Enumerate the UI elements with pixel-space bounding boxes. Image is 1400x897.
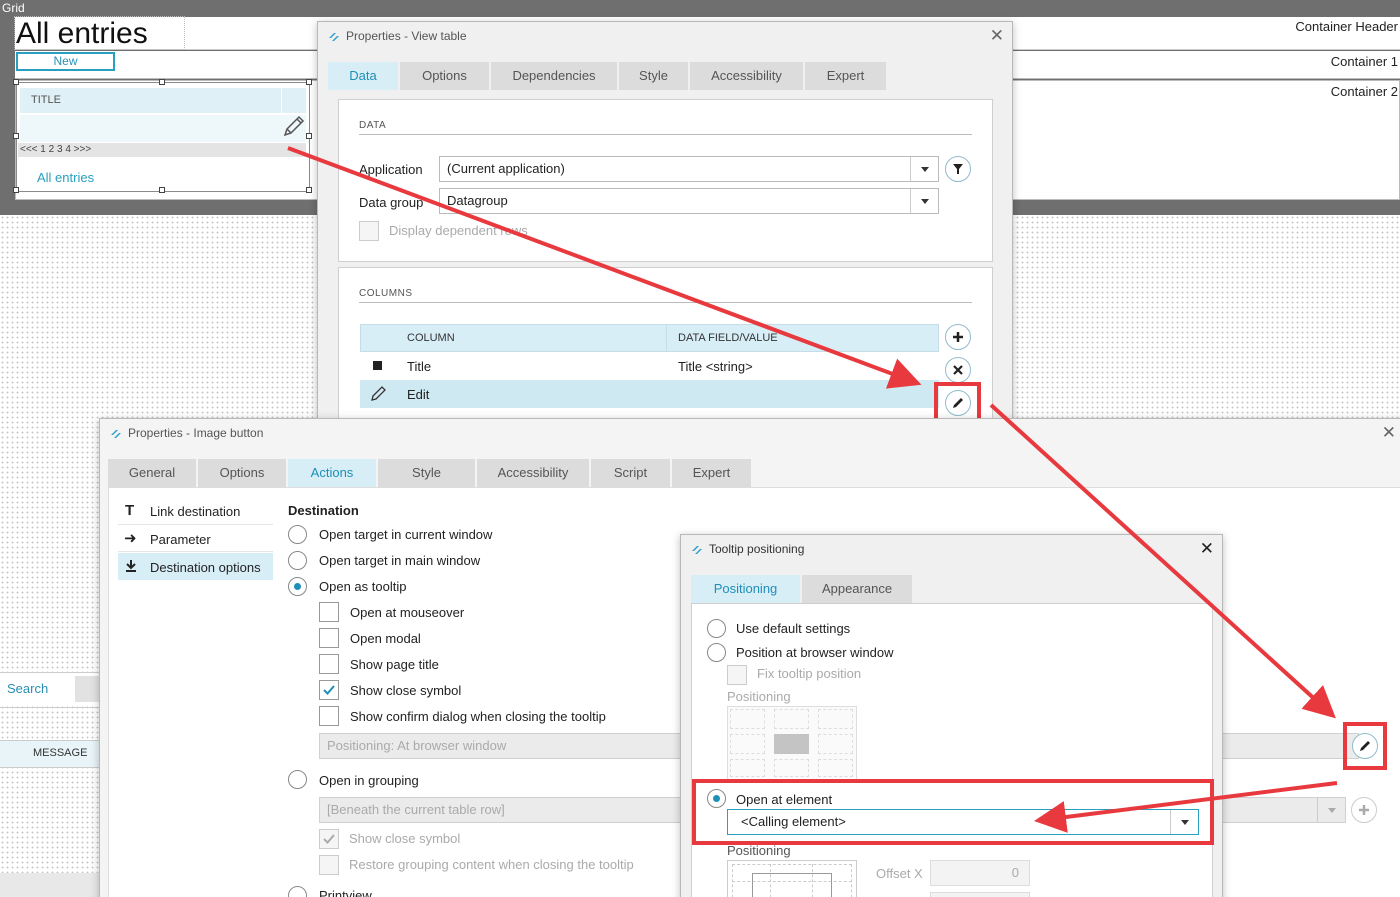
annotation-arrow [1034, 781, 1338, 833]
annotation-arrows [287, 146, 1338, 833]
annotation-arrow [287, 146, 922, 389]
annotation-arrow [989, 403, 1336, 719]
